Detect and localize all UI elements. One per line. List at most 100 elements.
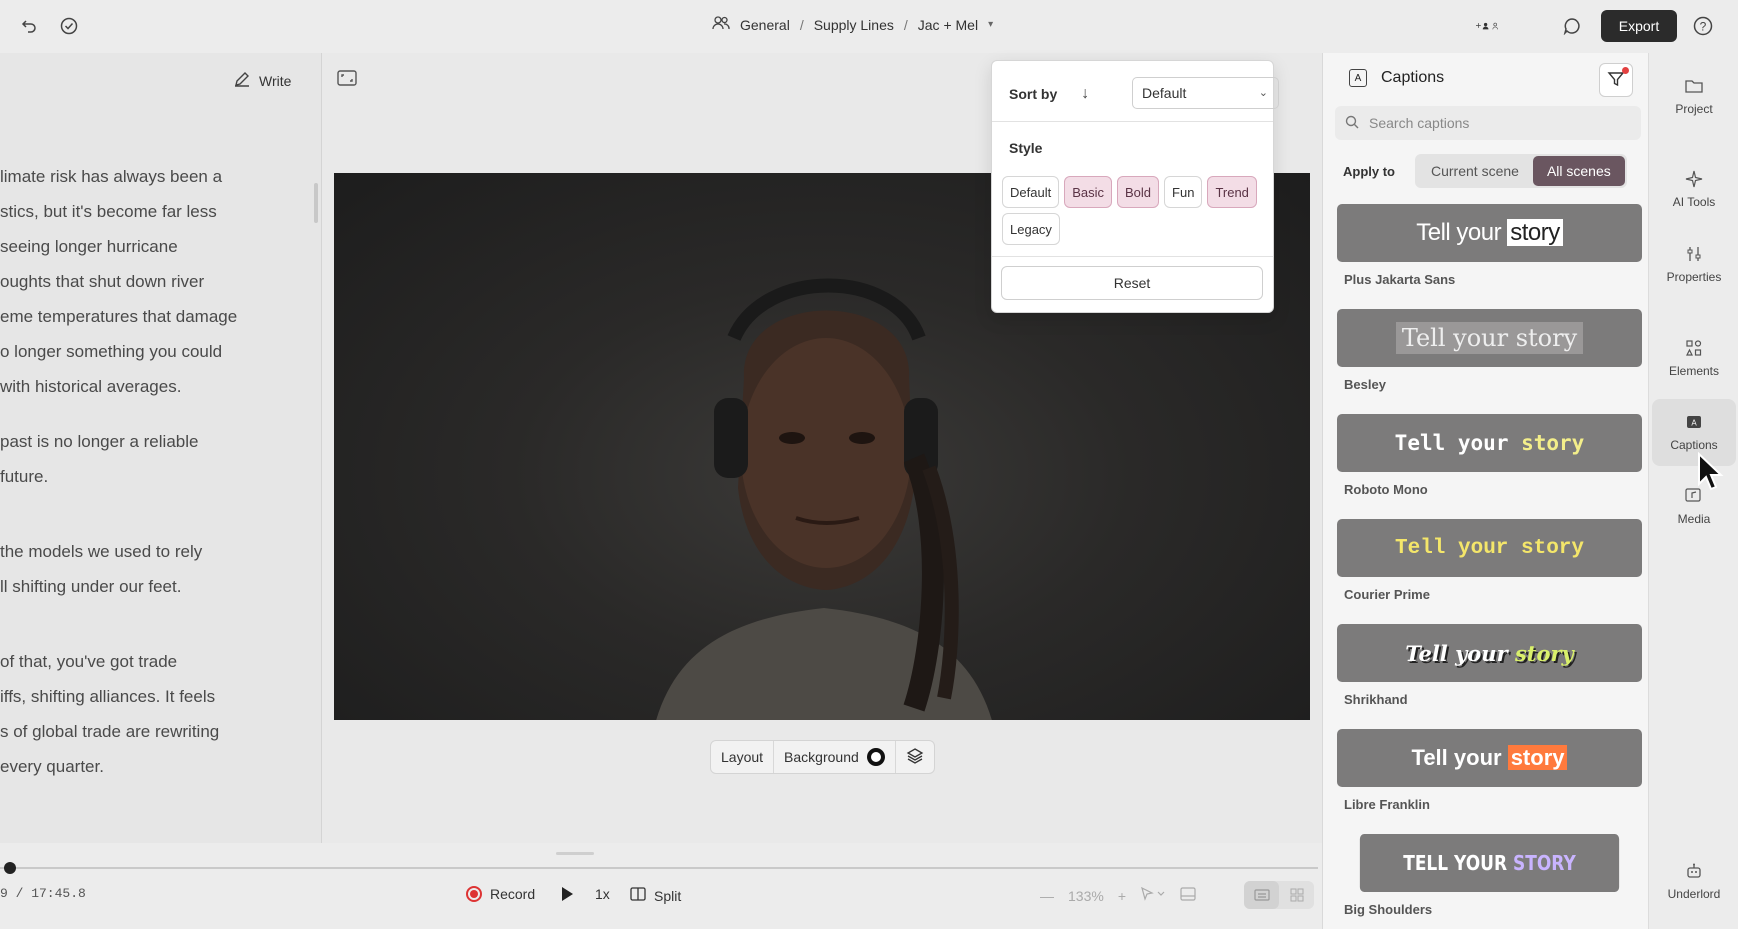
style-label: Style — [1009, 140, 1043, 156]
zoom-in-icon[interactable]: + — [1118, 888, 1126, 904]
rail-underlord[interactable]: Underlord — [1649, 862, 1738, 901]
background-label: Background — [784, 749, 859, 765]
background-color-swatch — [866, 748, 885, 766]
script-line: seeing longer hurricane — [0, 237, 178, 256]
caption-style-card[interactable]: Tell your story Plus Jakarta Sans — [1337, 204, 1642, 309]
write-button[interactable]: Write — [233, 70, 291, 91]
split-button[interactable]: Split — [630, 886, 681, 905]
caption-filter-popover: Sort by ↓ Default ⌄ Style Default Basic … — [991, 60, 1279, 313]
script-line: of that, you've got trade — [0, 652, 178, 671]
caption-search[interactable]: Search captions — [1335, 106, 1641, 140]
split-icon — [630, 886, 646, 905]
layers-button[interactable] — [894, 741, 934, 773]
caption-track-icon[interactable] — [1180, 887, 1196, 904]
captions-icon: A — [1684, 413, 1704, 431]
breadcrumb-supply-lines[interactable]: Supply Lines — [814, 17, 894, 33]
script-line: past is no longer a reliable — [0, 432, 199, 451]
help-icon[interactable]: ? — [1691, 14, 1715, 38]
zoom-out-icon[interactable]: — — [1040, 888, 1054, 904]
pointer-tool-icon[interactable] — [1140, 886, 1166, 904]
speed-button[interactable]: 1x — [595, 886, 610, 902]
caption-style-card[interactable]: Tell your story Shrikhand — [1337, 624, 1642, 729]
comment-icon[interactable] — [1560, 14, 1584, 38]
team-icon — [712, 16, 730, 33]
style-chip-bold[interactable]: Bold — [1117, 176, 1160, 208]
breadcrumb-separator: / — [903, 16, 908, 33]
zoom-level: 133% — [1068, 887, 1104, 904]
style-chip-basic[interactable]: Basic — [1064, 176, 1112, 208]
svg-text:?: ? — [1700, 20, 1707, 34]
filter-button[interactable] — [1599, 63, 1633, 97]
shapes-icon — [1684, 339, 1704, 357]
sort-by-label: Sort by — [1009, 86, 1058, 102]
expand-icon[interactable] — [337, 70, 357, 89]
chevron-down-icon: ⌄ — [1258, 87, 1268, 99]
caption-style-card[interactable]: TELL YOUR STORY Big Shoulders — [1337, 834, 1642, 929]
rail-elements[interactable]: Elements — [1649, 339, 1738, 378]
record-button[interactable]: Record — [466, 886, 535, 902]
undo-icon[interactable] — [17, 14, 41, 38]
export-button[interactable]: Export — [1601, 10, 1677, 42]
resize-handle[interactable] — [556, 852, 594, 855]
rail-properties[interactable]: Properties — [1649, 245, 1738, 284]
caption-preview: Tell your story — [1337, 309, 1642, 367]
script-paragraph: limate risk has always been a stics, but… — [0, 159, 270, 404]
apply-current-scene[interactable]: Current scene — [1417, 156, 1533, 186]
script-line: o longer something you could — [0, 342, 223, 361]
caption-style-card[interactable]: Tell your story Courier Prime — [1337, 519, 1642, 624]
rail-label: Project — [1675, 102, 1713, 116]
script-paragraph: past is no longer a reliable future. — [0, 424, 270, 494]
mouse-cursor-icon — [1697, 451, 1727, 495]
style-name: Big Shoulders — [1344, 902, 1433, 917]
script-line: stics, but it's become far less — [0, 202, 217, 221]
style-chip-legacy[interactable]: Legacy — [1002, 213, 1060, 245]
caption-style-card[interactable]: Tell your story Libre Franklin — [1337, 729, 1642, 834]
style-name: Libre Franklin — [1344, 797, 1430, 812]
caption-preview: Tell your story — [1337, 624, 1642, 682]
chevron-down-icon[interactable]: ▾ — [988, 19, 993, 30]
sort-select[interactable]: Default ⌄ — [1132, 77, 1279, 109]
breadcrumb-project[interactable]: Jac + Mel — [918, 17, 978, 33]
script-line: s of global trade are rewriting — [0, 722, 220, 741]
pen-icon — [233, 70, 251, 91]
script-paragraph: of that, you've got trade iffs, shifting… — [0, 644, 270, 784]
breadcrumb-separator: / — [799, 16, 804, 33]
layout-button[interactable]: Layout — [711, 741, 773, 773]
caption-style-card[interactable]: Tell your story Roboto Mono — [1337, 414, 1642, 519]
script-line: with historical averages. — [0, 377, 182, 396]
style-name: Roboto Mono — [1344, 482, 1428, 497]
style-name: Besley — [1344, 377, 1386, 392]
check-circle-icon[interactable] — [57, 14, 81, 38]
preview-text: Tell your story — [1405, 640, 1574, 666]
script-text[interactable]: limate risk has always been a stics, but… — [0, 159, 270, 801]
style-chip-trend[interactable]: Trend — [1207, 176, 1257, 208]
breadcrumb-general[interactable]: General — [740, 17, 790, 33]
style-chip-fun[interactable]: Fun — [1164, 176, 1203, 208]
add-collaborator-icon[interactable] — [1476, 14, 1500, 38]
preview-text: Tell your story — [1395, 322, 1584, 354]
search-input[interactable]: Search captions — [1369, 115, 1469, 131]
rail-project[interactable]: Project — [1649, 77, 1738, 116]
script-paragraph: the models we used to rely ll shifting u… — [0, 534, 270, 604]
background-button[interactable]: Background — [773, 741, 895, 773]
caption-style-card[interactable]: Tell your story Besley — [1337, 309, 1642, 414]
timeline-track[interactable] — [0, 867, 1318, 869]
view-toggle[interactable] — [1244, 881, 1314, 909]
rail-ai-tools[interactable]: AI Tools — [1649, 170, 1738, 209]
preview-text: Tell your story — [1416, 219, 1563, 247]
script-scrollbar[interactable] — [314, 183, 318, 223]
svg-text:A: A — [1691, 419, 1697, 428]
style-chip-default[interactable]: Default — [1002, 176, 1060, 208]
layout-label: Layout — [721, 749, 764, 765]
preview-text: Tell your story — [1394, 431, 1585, 455]
playhead[interactable] — [4, 862, 16, 874]
robot-icon — [1684, 862, 1704, 880]
reset-button[interactable]: Reset — [1001, 266, 1263, 300]
grid-view-icon[interactable] — [1279, 881, 1314, 909]
sort-direction-icon[interactable]: ↓ — [1081, 85, 1089, 103]
list-view-icon[interactable] — [1244, 881, 1279, 909]
layout-toolbar: Layout Background — [710, 740, 935, 774]
apply-all-scenes[interactable]: All scenes — [1532, 156, 1625, 186]
play-button[interactable] — [560, 886, 574, 905]
script-line: iffs, shifting alliances. It feels — [0, 687, 216, 706]
